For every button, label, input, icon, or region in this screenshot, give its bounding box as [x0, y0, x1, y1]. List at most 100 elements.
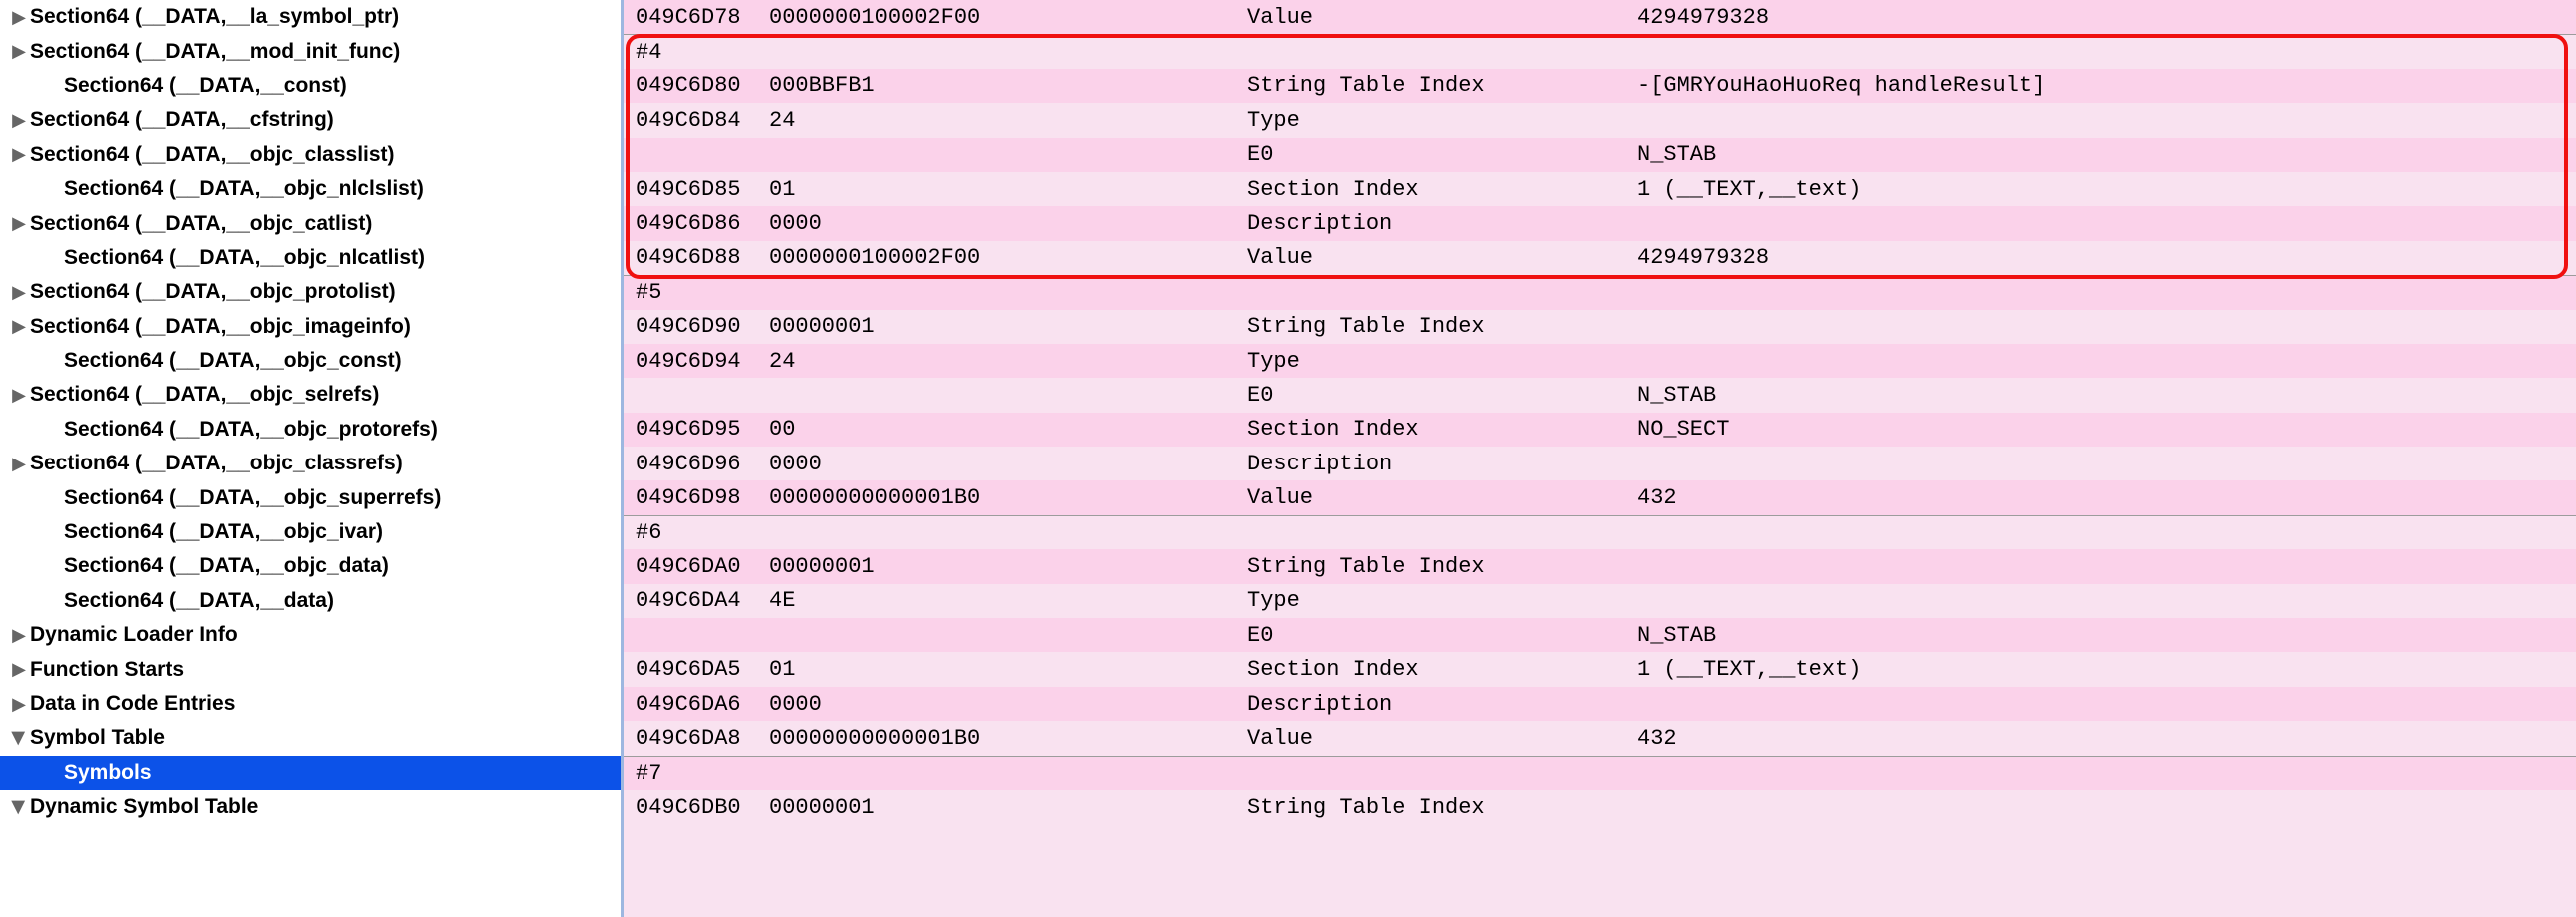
disclosure-triangle-icon[interactable]: ▶	[10, 213, 28, 234]
value-cell: 1 (__TEXT,__text)	[1637, 657, 2576, 682]
table-row[interactable]: 049C6D9800000000000001B0Value432	[624, 480, 2576, 514]
table-row[interactable]: 049C6DA44EType	[624, 584, 2576, 618]
field-cell: Value	[1247, 5, 1637, 30]
tree-item-label: Section64 (__DATA,__objc_const)	[64, 349, 402, 373]
raw-cell: 01	[769, 177, 1247, 202]
symbol-group-header[interactable]: #5	[624, 275, 2576, 309]
tree-item-label: Section64 (__DATA,__objc_classlist)	[30, 143, 395, 167]
disclosure-triangle-icon[interactable]: ▶	[10, 110, 28, 131]
tree-row[interactable]: Section64 (__DATA,__objc_ivar)	[0, 515, 621, 549]
tree-row[interactable]: ▶Section64 (__DATA,__objc_selrefs)	[0, 378, 621, 412]
tree-row[interactable]: Section64 (__DATA,__objc_protorefs)	[0, 413, 621, 447]
tree-row[interactable]: ▶Section64 (__DATA,__objc_protolist)	[0, 275, 621, 309]
field-cell: Description	[1247, 211, 1637, 236]
tree-item-label: Function Starts	[30, 658, 184, 682]
disclosure-triangle-icon[interactable]: ▶	[10, 659, 28, 680]
tree-item-label: Data in Code Entries	[30, 692, 235, 716]
tree-row[interactable]: Section64 (__DATA,__const)	[0, 69, 621, 103]
tree-row[interactable]: ▶Section64 (__DATA,__cfstring)	[0, 103, 621, 137]
tree-row[interactable]: Section64 (__DATA,__objc_nlcatlist)	[0, 241, 621, 275]
tree-item-label: Symbols	[64, 761, 152, 785]
offset-cell: 049C6D88	[624, 245, 769, 270]
tree-row[interactable]: Symbols	[0, 756, 621, 790]
offset-cell: 049C6D90	[624, 314, 769, 339]
offset-cell: 049C6D95	[624, 417, 769, 442]
disclosure-triangle-icon[interactable]: ▶	[10, 454, 28, 474]
offset-cell: 049C6D85	[624, 177, 769, 202]
offset-cell: 049C6DA5	[624, 657, 769, 682]
raw-cell: 00000001	[769, 314, 1247, 339]
table-row[interactable]: 049C6D780000000100002F00Value4294979328	[624, 0, 2576, 34]
offset-cell: 049C6D80	[624, 73, 769, 98]
field-cell: String Table Index	[1247, 73, 1637, 98]
detail-pane[interactable]: 049C6D780000000100002F00Value4294979328#…	[624, 0, 2576, 917]
field-cell: Section Index	[1247, 177, 1637, 202]
tree-row[interactable]: ▶Data in Code Entries	[0, 687, 621, 721]
tree-row[interactable]: ▶Section64 (__DATA,__objc_classrefs)	[0, 447, 621, 480]
table-row[interactable]: E0N_STAB	[624, 378, 2576, 412]
tree-row[interactable]: ▶Section64 (__DATA,__objc_catlist)	[0, 206, 621, 240]
outline-tree[interactable]: ▶Section64 (__DATA,__la_symbol_ptr)▶Sect…	[0, 0, 624, 917]
tree-item-label: Section64 (__DATA,__objc_protolist)	[30, 280, 396, 304]
table-row[interactable]: 049C6D9000000001String Table Index	[624, 310, 2576, 344]
raw-cell: 24	[769, 349, 1247, 374]
symbol-group-header[interactable]: #4	[624, 34, 2576, 68]
field-cell: Section Index	[1247, 417, 1637, 442]
tree-row[interactable]: ▶Section64 (__DATA,__objc_classlist)	[0, 138, 621, 172]
table-row[interactable]: 049C6D860000Description	[624, 206, 2576, 240]
tree-item-label: Dynamic Symbol Table	[30, 795, 258, 819]
disclosure-triangle-icon[interactable]: ▶	[10, 7, 28, 28]
table-row[interactable]: 049C6D9424Type	[624, 344, 2576, 378]
table-row[interactable]: 049C6D80000BBFB1String Table Index-[GMRY…	[624, 69, 2576, 103]
disclosure-triangle-icon[interactable]: ▶	[10, 144, 28, 165]
tree-row[interactable]: Section64 (__DATA,__objc_nlclslist)	[0, 172, 621, 206]
disclosure-triangle-icon[interactable]: ▶	[10, 316, 28, 337]
table-row[interactable]: 049C6DA60000Description	[624, 687, 2576, 721]
table-row[interactable]: E0N_STAB	[624, 618, 2576, 652]
symbol-group-header[interactable]: #7	[624, 756, 2576, 790]
table-row[interactable]: 049C6D960000Description	[624, 447, 2576, 480]
table-row[interactable]: 049C6DB000000001String Table Index	[624, 790, 2576, 824]
tree-row[interactable]: ▶Dynamic Loader Info	[0, 618, 621, 652]
table-row[interactable]: 049C6DA800000000000001B0Value432	[624, 721, 2576, 755]
tree-row[interactable]: ▶Function Starts	[0, 652, 621, 686]
disclosure-triangle-icon[interactable]: ▶	[9, 798, 30, 816]
table-row[interactable]: 049C6D8501Section Index1 (__TEXT,__text)	[624, 172, 2576, 206]
tree-item-label: Section64 (__DATA,__objc_nlclslist)	[64, 177, 424, 201]
tree-row[interactable]: Section64 (__DATA,__objc_data)	[0, 549, 621, 583]
disclosure-triangle-icon[interactable]: ▶	[9, 729, 30, 747]
value-cell: 432	[1637, 485, 2576, 510]
raw-cell: 0000	[769, 452, 1247, 476]
tree-item-label: Section64 (__DATA,__cfstring)	[30, 108, 334, 132]
tree-item-label: Symbol Table	[30, 726, 165, 750]
disclosure-triangle-icon[interactable]: ▶	[10, 625, 28, 646]
tree-row[interactable]: Section64 (__DATA,__objc_superrefs)	[0, 480, 621, 514]
disclosure-triangle-icon[interactable]: ▶	[10, 385, 28, 406]
field-cell: Description	[1247, 452, 1637, 476]
tree-item-label: Section64 (__DATA,__objc_selrefs)	[30, 383, 379, 407]
tree-item-label: Section64 (__DATA,__objc_ivar)	[64, 520, 383, 544]
disclosure-triangle-icon[interactable]: ▶	[10, 282, 28, 303]
group-label: #7	[624, 761, 661, 786]
value-cell: NO_SECT	[1637, 417, 2576, 442]
field-cell: Section Index	[1247, 657, 1637, 682]
table-row[interactable]: 049C6D8424Type	[624, 103, 2576, 137]
tree-row[interactable]: ▶Section64 (__DATA,__la_symbol_ptr)	[0, 0, 621, 34]
tree-row[interactable]: ▶Dynamic Symbol Table	[0, 790, 621, 824]
tree-item-label: Dynamic Loader Info	[30, 623, 238, 647]
tree-row[interactable]: ▶Section64 (__DATA,__mod_init_func)	[0, 34, 621, 68]
tree-row[interactable]: ▶Section64 (__DATA,__objc_imageinfo)	[0, 310, 621, 344]
disclosure-triangle-icon[interactable]: ▶	[10, 694, 28, 715]
table-row[interactable]: 049C6D9500Section IndexNO_SECT	[624, 413, 2576, 447]
table-row[interactable]: 049C6DA501Section Index1 (__TEXT,__text)	[624, 652, 2576, 686]
value-cell: N_STAB	[1637, 623, 2576, 648]
tree-row[interactable]: Section64 (__DATA,__data)	[0, 584, 621, 618]
tree-item-label: Section64 (__DATA,__objc_imageinfo)	[30, 315, 411, 339]
tree-row[interactable]: Section64 (__DATA,__objc_const)	[0, 344, 621, 378]
table-row[interactable]: E0N_STAB	[624, 138, 2576, 172]
tree-row[interactable]: ▶Symbol Table	[0, 721, 621, 755]
symbol-group-header[interactable]: #6	[624, 515, 2576, 549]
table-row[interactable]: 049C6DA000000001String Table Index	[624, 549, 2576, 583]
table-row[interactable]: 049C6D880000000100002F00Value4294979328	[624, 241, 2576, 275]
disclosure-triangle-icon[interactable]: ▶	[10, 41, 28, 62]
